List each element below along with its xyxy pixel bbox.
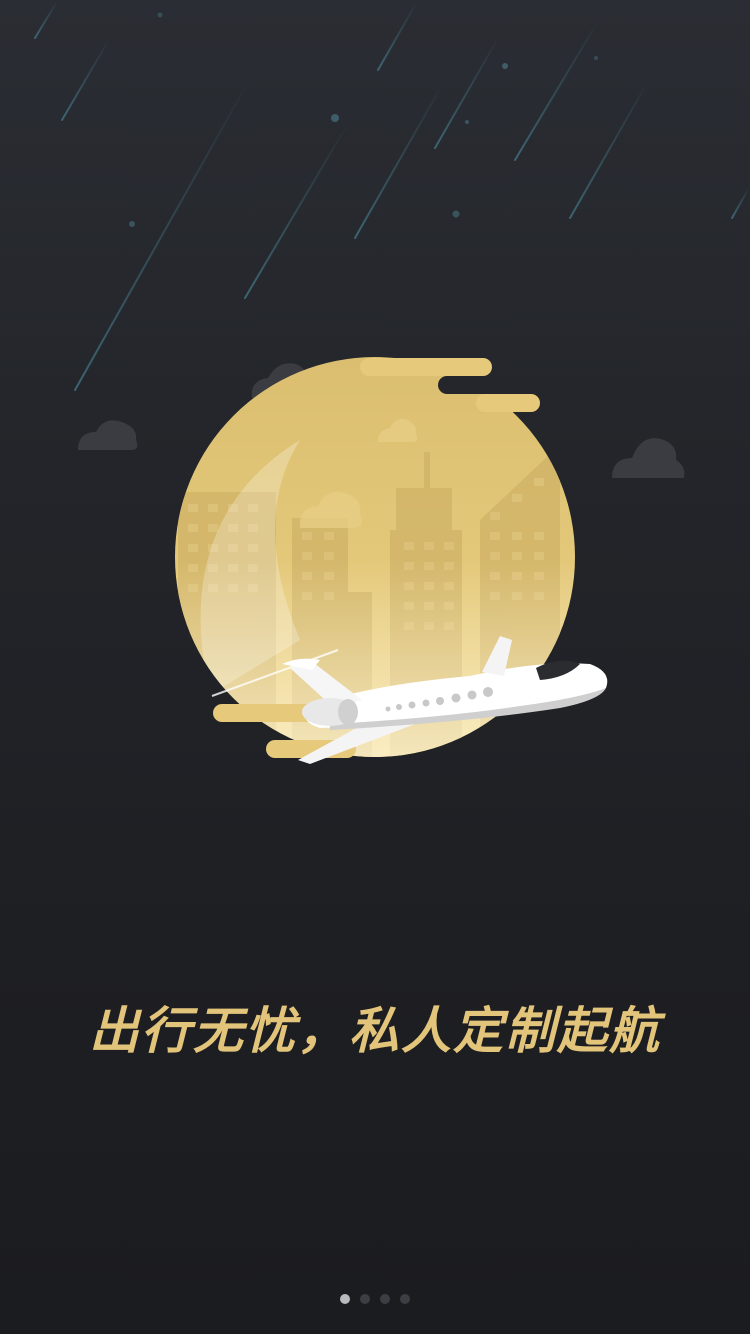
page-dot-1[interactable] <box>340 1294 350 1304</box>
page-indicator[interactable] <box>0 1293 750 1305</box>
private-jet-illustration <box>78 357 685 764</box>
onboarding-slogan: 出行无忧，私人定制起航 <box>89 1002 661 1060</box>
page-dot-2[interactable] <box>360 1294 370 1304</box>
page-dot-4[interactable] <box>400 1294 410 1304</box>
onboarding-screen: 出行无忧，私人定制起航 <box>0 0 750 1334</box>
page-dot-3[interactable] <box>380 1294 390 1304</box>
